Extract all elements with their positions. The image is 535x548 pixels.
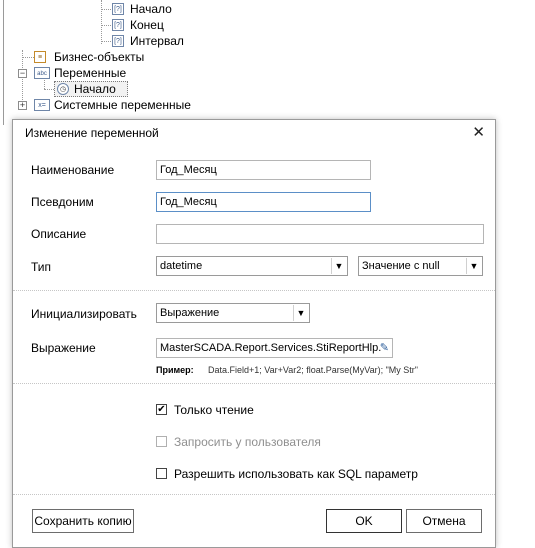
type-select[interactable]: datetime ▼ [156, 256, 348, 276]
variables-icon: abc [34, 67, 50, 79]
nullable-select[interactable]: Значение с null ▼ [358, 256, 483, 276]
system-variables-icon: x= [34, 99, 50, 111]
tree-item-label: Конец [130, 18, 164, 32]
tree-guide [101, 0, 102, 44]
divider [13, 383, 495, 384]
cancel-button[interactable]: Отмена [406, 509, 482, 533]
sql-param-checkbox[interactable] [156, 468, 167, 479]
tree-item-label: Системные переменные [54, 98, 191, 112]
tree-guide [44, 89, 54, 90]
description-label: Описание [31, 227, 87, 241]
pencil-icon[interactable]: ✎ [380, 339, 389, 357]
expand-system-variables-toggle[interactable]: + [18, 101, 27, 110]
close-icon[interactable]: ✕ [472, 123, 485, 141]
param-icon: [?] [112, 35, 124, 47]
tree-guide [101, 9, 111, 10]
save-copy-button[interactable]: Сохранить копию [32, 509, 134, 533]
chevron-down-icon: ▼ [331, 258, 346, 274]
type-label: Тип [31, 260, 52, 274]
tree-guide [22, 57, 34, 58]
name-input[interactable]: Год_Месяц [156, 160, 371, 180]
divider [13, 494, 495, 495]
sql-param-label: Разрешить использовать как SQL параметр [174, 467, 418, 481]
tree-item-label: Интервал [130, 34, 184, 48]
expression-input[interactable]: MasterSCADA.Report.Services.StiReportHlp… [156, 338, 393, 358]
param-icon: [?] [112, 3, 124, 15]
readonly-checkbox[interactable]: ✔ [156, 404, 167, 415]
expression-value: MasterSCADA.Report.Services.StiReportHlp… [160, 342, 382, 354]
tree-item-system-variables[interactable]: x= Системные переменные [34, 97, 194, 113]
tree-guide [101, 25, 111, 26]
report-dictionary-tree: [?] Начало [?] Конец [?] Интервал ≡ Бизн… [0, 0, 535, 125]
init-select-value: Выражение [160, 307, 220, 319]
tree-item-label: Бизнес-объекты [54, 50, 145, 64]
init-select[interactable]: Выражение ▼ [156, 303, 310, 323]
init-label: Инициализировать [31, 307, 137, 321]
type-select-value: datetime [160, 260, 203, 272]
example-text: Data.Field+1; Var+Var2; float.Parse(MyVa… [208, 365, 418, 375]
description-input[interactable] [156, 224, 484, 244]
ok-button[interactable]: OK [326, 509, 402, 533]
param-icon: [?] [112, 19, 124, 31]
chevron-down-icon: ▼ [293, 305, 308, 321]
tree-item-start-variable[interactable]: ◷ Начало [54, 81, 128, 97]
tree-item-business-objects[interactable]: ≡ Бизнес-объекты [34, 49, 194, 65]
alias-input[interactable]: Год_Месяц [156, 192, 371, 212]
chevron-down-icon: ▼ [466, 258, 481, 274]
ask-user-label: Запросить у пользователя [174, 435, 321, 449]
clock-icon: ◷ [57, 83, 69, 95]
example-label: Пример: [156, 365, 194, 375]
collapse-variables-toggle[interactable]: − [18, 69, 27, 78]
tree-guide [101, 41, 111, 42]
edit-variable-dialog: Изменение переменной ✕ Наименование Год_… [12, 119, 496, 548]
tree-item-label: Переменные [54, 66, 127, 80]
tree-guide [44, 80, 45, 89]
business-objects-icon: ≡ [34, 51, 46, 63]
dialog-title: Изменение переменной [25, 126, 159, 140]
tree-item-label: Начало [74, 82, 116, 96]
nullable-select-value: Значение с null [362, 260, 440, 272]
tree-item-variables[interactable]: abc Переменные [34, 65, 194, 81]
alias-label: Псевдоним [31, 195, 94, 209]
divider [13, 290, 495, 291]
tree-item-label: Начало [130, 2, 172, 16]
ask-user-checkbox[interactable] [156, 436, 167, 447]
expression-label: Выражение [31, 341, 96, 355]
tree-scroll-edge [3, 0, 4, 125]
readonly-label: Только чтение [174, 403, 254, 417]
name-label: Наименование [31, 163, 115, 177]
